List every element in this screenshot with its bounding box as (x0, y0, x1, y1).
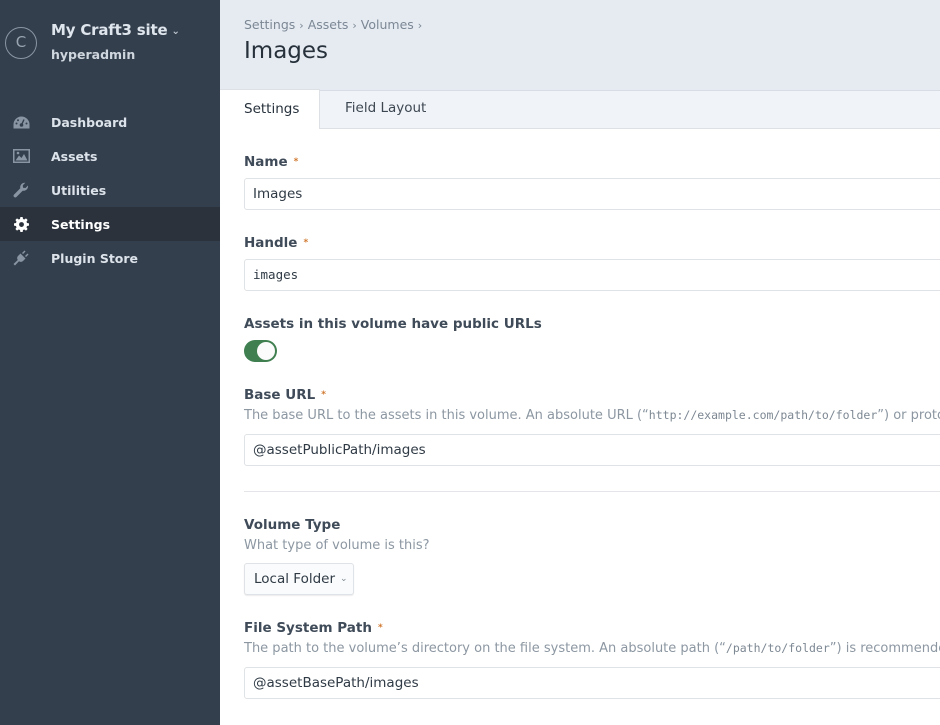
page-header: Settings › Assets › Volumes › Images (220, 0, 940, 91)
site-switcher[interactable]: My Craft3 site ⌄ (51, 21, 180, 39)
dashboard-gauge-icon (0, 116, 51, 129)
sidebar-item-dashboard[interactable]: Dashboard (0, 105, 220, 139)
divider (244, 491, 940, 492)
file-system-path-label: File System Path * (244, 620, 940, 636)
sidebar-item-label: Plugin Store (51, 250, 139, 266)
instructions-text: The base URL to the assets in this volum… (244, 408, 649, 423)
handle-input[interactable]: images (244, 259, 940, 291)
public-urls-toggle[interactable] (244, 340, 277, 362)
breadcrumb: Settings › Assets › Volumes › (244, 17, 426, 32)
chevron-down-icon: ⌄ (171, 26, 180, 37)
public-urls-label: Assets in this volume have public URLs (244, 316, 542, 332)
handle-label-text: Handle (244, 235, 298, 251)
sidebar-nav: Dashboard Assets Utilities Settings Plug… (0, 105, 220, 275)
base-url-input[interactable]: @assetPublicPath/images (244, 434, 940, 466)
name-input[interactable]: Images (244, 178, 940, 210)
sidebar-item-label: Utilities (51, 182, 107, 198)
volume-type-select[interactable]: Local Folder ⌄ (244, 563, 354, 595)
base-url-field: Base URL * The base URL to the assets in … (244, 387, 940, 466)
volume-type-selected: Local Folder (254, 571, 335, 587)
instructions-text: ”) or proto (877, 408, 940, 423)
handle-field: Handle * images (244, 235, 940, 291)
wrench-icon (0, 182, 51, 198)
sidebar-item-label: Settings (51, 216, 111, 232)
sidebar: C My Craft3 site ⌄ hyperadmin Dashboard A… (0, 0, 220, 725)
site-name: My Craft3 site (51, 21, 168, 39)
toggle-knob (257, 342, 275, 360)
breadcrumb-item-settings[interactable]: Settings (244, 17, 295, 32)
instructions-text: The path to the volume’s directory on th… (244, 641, 726, 656)
main-content: Settings › Assets › Volumes › Images Settings… (220, 0, 940, 725)
tab-settings[interactable]: Settings (220, 89, 320, 129)
sidebar-item-utilities[interactable]: Utilities (0, 173, 220, 207)
base-url-label-text: Base URL (244, 387, 316, 403)
instructions-code: http://example.com/path/to/folder (648, 408, 878, 422)
required-icon: * (303, 238, 309, 248)
base-url-instructions: The base URL to the assets in this volum… (244, 408, 940, 423)
plug-icon (0, 250, 51, 266)
breadcrumb-item-volumes[interactable]: Volumes (361, 17, 414, 32)
sidebar-item-label: Dashboard (51, 114, 128, 130)
site-logo: C (5, 27, 37, 59)
tab-bar: Settings Field Layout (220, 89, 940, 129)
instructions-text: ”) is recommended (829, 641, 940, 656)
username[interactable]: hyperadmin (51, 47, 135, 62)
instructions-code: /path/to/folder (725, 641, 830, 655)
required-icon: * (293, 157, 299, 167)
volume-type-field: Volume Type What type of volume is this?… (244, 517, 940, 595)
file-system-path-instructions: The path to the volume’s directory on th… (244, 641, 940, 656)
file-system-path-input[interactable]: @assetBasePath/images (244, 667, 940, 699)
tab-field-layout[interactable]: Field Layout (345, 89, 426, 128)
required-icon: * (377, 623, 383, 633)
site-header: C My Craft3 site ⌄ hyperadmin (0, 0, 220, 90)
handle-label: Handle * (244, 235, 940, 251)
sidebar-item-label: Assets (51, 148, 98, 164)
sidebar-item-settings[interactable]: Settings (0, 207, 220, 241)
image-icon (0, 149, 51, 163)
gear-icon (0, 216, 51, 232)
required-icon: * (321, 390, 326, 400)
name-label-text: Name (244, 154, 288, 170)
name-field: Name * Images (244, 154, 940, 210)
sidebar-item-plugin-store[interactable]: Plugin Store (0, 241, 220, 275)
page-title: Images (244, 38, 329, 64)
public-urls-field: Assets in this volume have public URLs (244, 316, 940, 362)
chevron-down-icon: ⌄ (340, 574, 348, 584)
file-system-path-field: File System Path * The path to the volume… (244, 620, 940, 699)
breadcrumb-separator: › (299, 19, 304, 32)
breadcrumb-separator: › (352, 19, 357, 32)
name-label: Name * (244, 154, 940, 170)
base-url-label: Base URL * (244, 387, 940, 403)
breadcrumb-item-assets[interactable]: Assets (308, 17, 349, 32)
volume-type-label: Volume Type (244, 517, 341, 533)
breadcrumb-separator: › (417, 19, 423, 32)
file-system-path-label-text: File System Path (244, 620, 372, 636)
volume-type-instructions: What type of volume is this? (244, 538, 430, 553)
sidebar-item-assets[interactable]: Assets (0, 139, 220, 173)
